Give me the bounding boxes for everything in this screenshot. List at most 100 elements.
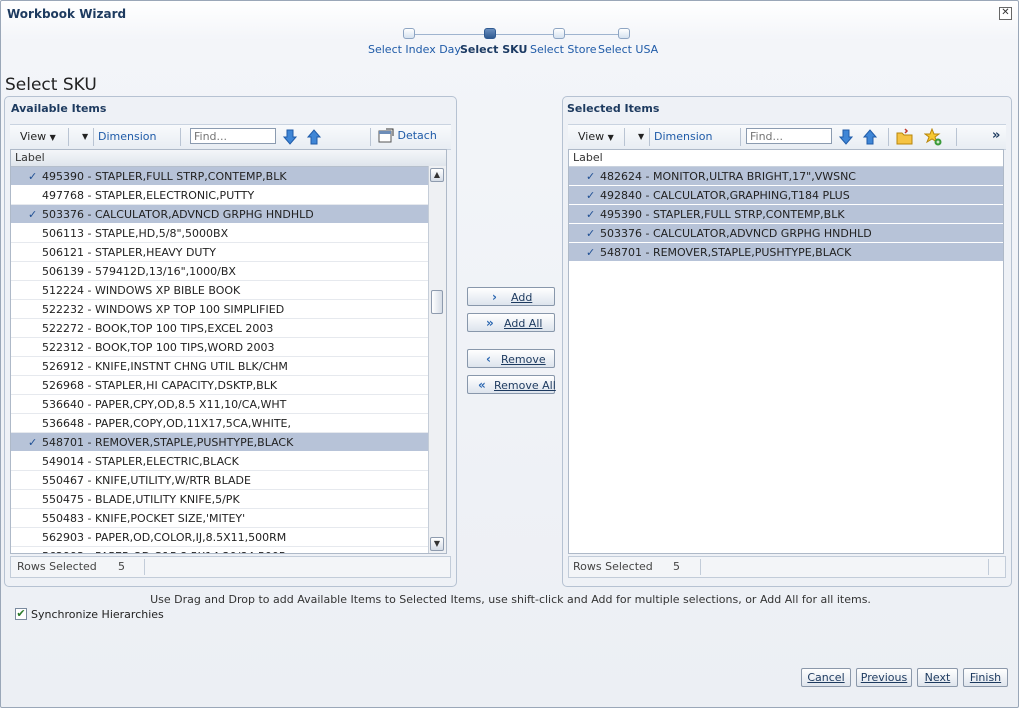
dimension-dropdown-icon[interactable]: ▼ [82, 132, 88, 141]
folder-open-icon[interactable] [896, 128, 913, 146]
toolbar-separator [624, 128, 625, 146]
row-label: 482624 - MONITOR,ULTRA BRIGHT,17",VWSNC [600, 170, 856, 183]
dimension-link[interactable]: Dimension [98, 130, 156, 143]
table-row[interactable]: 550475 - BLADE,UTILITY KNIFE,5/PK [11, 490, 429, 509]
find-next-arrow-down-icon[interactable] [282, 128, 298, 146]
train-stop-select-sku[interactable] [484, 28, 496, 39]
table-row[interactable]: 526912 - KNIFE,INSTNT CHNG UTIL BLK/CHM [11, 357, 429, 376]
checkmark-icon: ✓ [28, 170, 38, 183]
table-row[interactable]: 506139 - 579412D,13/16",1000/BX [11, 262, 429, 281]
table-row[interactable]: 526968 - STAPLER,HI CAPACITY,DSKTP,BLK [11, 376, 429, 395]
row-label: 506121 - STAPLER,HEAVY DUTY [42, 246, 216, 259]
table-row[interactable]: ✓ 548701 - REMOVER,STAPLE,PUSHTYPE,BLACK [569, 243, 1003, 262]
chevron-down-icon: ▼ [49, 133, 56, 142]
dimension-dropdown-icon[interactable]: ▼ [638, 132, 644, 141]
table-row[interactable]: 522272 - BOOK,TOP 100 TIPS,EXCEL 2003 [11, 319, 429, 338]
table-row[interactable]: 506113 - STAPLE,HD,5/8",5000BX [11, 224, 429, 243]
detach-button[interactable]: Detach [378, 128, 437, 144]
find-next-arrow-down-icon[interactable] [838, 128, 854, 146]
column-header-label[interactable]: Label [569, 150, 1003, 167]
dimension-link[interactable]: Dimension [654, 130, 712, 143]
row-label: 562993 - PAPER,OD,C&P,8.5X14,20/84,500R [42, 547, 287, 553]
table-row[interactable]: 550483 - KNIFE,POCKET SIZE,'MITEY' [11, 509, 429, 528]
finish-button[interactable]: Finish [963, 668, 1008, 687]
toolbar-separator [93, 128, 94, 146]
train-label-select-store[interactable]: Select Store [530, 43, 597, 56]
synchronize-hierarchies-checkbox[interactable]: ✔ [15, 608, 27, 620]
row-label: 506113 - STAPLE,HD,5/8",5000BX [42, 227, 229, 240]
add-all-label: Add All [504, 317, 543, 330]
row-label: 506139 - 579412D,13/16",1000/BX [42, 265, 236, 278]
table-row[interactable]: ✓ 503376 - CALCULATOR,ADVNCD GRPHG HNDHLD [11, 205, 429, 224]
table-row[interactable]: ✓ 492840 - CALCULATOR,GRAPHING,T184 PLUS [569, 186, 1003, 205]
checkmark-icon: ✓ [28, 208, 38, 221]
row-label: 536648 - PAPER,COPY,OD,11X17,5CA,WHITE, [42, 417, 291, 430]
status-separator [144, 559, 145, 575]
previous-button[interactable]: Previous [856, 668, 912, 687]
vertical-scrollbar[interactable]: ▲ ▼ [428, 166, 446, 553]
scroll-down-arrow-icon[interactable]: ▼ [430, 537, 444, 551]
find-input[interactable] [190, 128, 276, 144]
chevron-left-icon: ‹ [486, 352, 491, 366]
row-label: 503376 - CALCULATOR,ADVNCD GRPHG HNDHLD [42, 208, 314, 221]
train-stop-select-usa[interactable] [618, 28, 630, 39]
train-stop-select-index-day[interactable] [403, 28, 415, 39]
row-label: 550475 - BLADE,UTILITY KNIFE,5/PK [42, 493, 240, 506]
synchronize-hierarchies-label[interactable]: Synchronize Hierarchies [31, 608, 164, 621]
table-row[interactable]: 506121 - STAPLER,HEAVY DUTY [11, 243, 429, 262]
view-menu[interactable]: View ▼ [578, 130, 614, 143]
row-label: 550467 - KNIFE,UTILITY,W/RTR BLADE [42, 474, 251, 487]
row-label: 495390 - STAPLER,FULL STRP,CONTEMP,BLK [42, 170, 287, 183]
table-row[interactable]: ✓ 495390 - STAPLER,FULL STRP,CONTEMP,BLK [11, 167, 429, 186]
view-menu[interactable]: View ▼ [20, 130, 56, 143]
table-row[interactable]: 549014 - STAPLER,ELECTRIC,BLACK [11, 452, 429, 471]
column-header-label[interactable]: Label [11, 150, 446, 167]
toolbar-separator [740, 128, 741, 146]
add-button[interactable]: › Add [467, 287, 555, 306]
row-label: 492840 - CALCULATOR,GRAPHING,T184 PLUS [600, 189, 850, 202]
find-input[interactable] [746, 128, 832, 144]
table-row[interactable]: ✓ 503376 - CALCULATOR,ADVNCD GRPHG HNDHLD [569, 224, 1003, 243]
table-row[interactable]: 522312 - BOOK,TOP 100 TIPS,WORD 2003 [11, 338, 429, 357]
table-row[interactable]: ✓ 495390 - STAPLER,FULL STRP,CONTEMP,BLK [569, 205, 1003, 224]
row-label: 503376 - CALCULATOR,ADVNCD GRPHG HNDHLD [600, 227, 872, 240]
star-add-icon[interactable] [923, 127, 942, 146]
scroll-up-arrow-icon[interactable]: ▲ [430, 168, 444, 182]
train-label-select-index-day[interactable]: Select Index Day [368, 43, 461, 56]
cancel-button[interactable]: Cancel [801, 668, 851, 687]
table-row[interactable]: 536648 - PAPER,COPY,OD,11X17,5CA,WHITE, [11, 414, 429, 433]
find-previous-arrow-up-icon[interactable] [862, 128, 878, 146]
table-row[interactable]: 562903 - PAPER,OD,COLOR,IJ,8.5X11,500RM [11, 528, 429, 547]
row-label: 526912 - KNIFE,INSTNT CHNG UTIL BLK/CHM [42, 360, 288, 373]
table-row[interactable]: 562993 - PAPER,OD,C&P,8.5X14,20/84,500R [11, 547, 429, 553]
row-label: 495390 - STAPLER,FULL STRP,CONTEMP,BLK [600, 208, 845, 221]
view-label: View [578, 130, 605, 143]
remove-all-button[interactable]: « Remove All [467, 375, 556, 394]
rows-selected-count: 5 [118, 560, 125, 573]
table-row[interactable]: ✓ 548701 - REMOVER,STAPLE,PUSHTYPE,BLACK [11, 433, 429, 452]
table-row[interactable]: 550467 - KNIFE,UTILITY,W/RTR BLADE [11, 471, 429, 490]
table-row[interactable]: ✓ 482624 - MONITOR,ULTRA BRIGHT,17",VWSNC [569, 167, 1003, 186]
toolbar-separator [180, 128, 181, 146]
checkmark-icon: ✓ [28, 436, 38, 449]
row-label: 536640 - PAPER,CPY,OD,8.5 X11,10/CA,WHT [42, 398, 287, 411]
checkmark-icon: ✓ [586, 170, 596, 183]
next-button[interactable]: Next [917, 668, 958, 687]
instructions-text: Use Drag and Drop to add Available Items… [150, 593, 871, 606]
find-previous-arrow-up-icon[interactable] [306, 128, 322, 146]
selected-items-header: Selected Items [567, 102, 660, 115]
available-items-header: Available Items [11, 102, 107, 115]
table-row[interactable]: 497768 - STAPLER,ELECTRONIC,PUTTY [11, 186, 429, 205]
train-label-select-usa[interactable]: Select USA [598, 43, 658, 56]
table-row[interactable]: 522232 - WINDOWS XP TOP 100 SIMPLIFIED [11, 300, 429, 319]
add-all-button[interactable]: » Add All [467, 313, 555, 332]
more-overflow-icon[interactable]: » [992, 128, 1000, 143]
remove-button[interactable]: ‹ Remove [467, 349, 555, 368]
toolbar-separator [888, 128, 889, 146]
close-icon[interactable]: ✕ [999, 7, 1012, 20]
checkmark-icon: ✓ [586, 189, 596, 202]
train-stop-select-store[interactable] [553, 28, 565, 39]
table-row[interactable]: 536640 - PAPER,CPY,OD,8.5 X11,10/CA,WHT [11, 395, 429, 414]
scroll-thumb[interactable] [431, 290, 443, 314]
table-row[interactable]: 512224 - WINDOWS XP BIBLE BOOK [11, 281, 429, 300]
